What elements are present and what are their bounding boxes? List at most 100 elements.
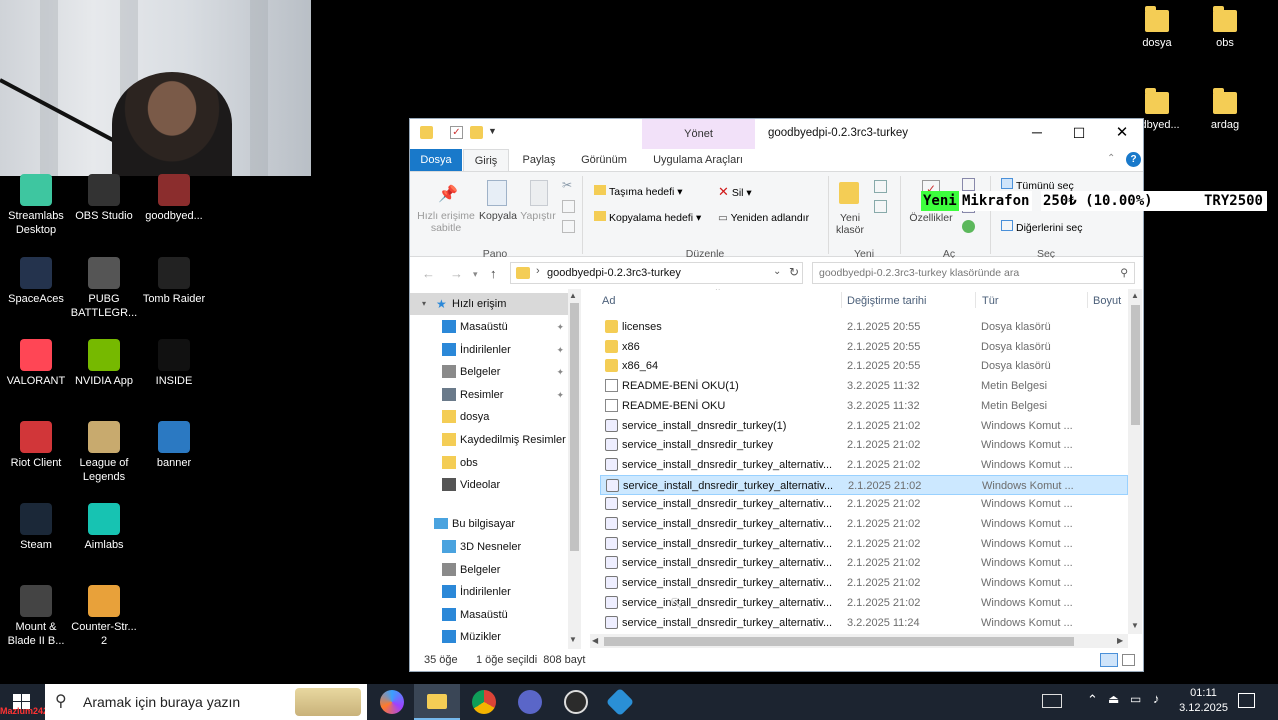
invert-selection-button[interactable]: Diğerlerini seç: [1001, 220, 1083, 236]
file-row[interactable]: x86 2.1.2025 20:55 Dosya klasörü: [600, 337, 1128, 357]
app-taskbar-icon[interactable]: [605, 687, 635, 717]
back-button[interactable]: ←: [422, 266, 435, 281]
tab-dosya[interactable]: Dosya: [410, 149, 462, 171]
streamlabs-taskbar-icon[interactable]: [564, 690, 588, 714]
large-icons-view-icon[interactable]: [1122, 654, 1135, 666]
desktop-folder-0[interactable]: dosya: [1121, 6, 1193, 50]
new-item-icon[interactable]: [874, 180, 887, 193]
volume-icon[interactable]: ♪: [1153, 691, 1160, 706]
desktop-icon-8[interactable]: INSIDE: [138, 339, 210, 388]
file-row[interactable]: service_install_dnsredir_turkey_alternat…: [600, 474, 1128, 495]
file-row[interactable]: README-BENİ OKU 3.2.2025 11:32 Metin Belge…: [600, 396, 1128, 416]
tab-gorunum[interactable]: Görünüm: [573, 149, 635, 171]
file-list-hscroll[interactable]: ◀ ▶: [590, 634, 1128, 648]
forward-button[interactable]: →: [450, 266, 463, 281]
desktop-icon-14[interactable]: Mount & Blade II B...: [0, 585, 72, 648]
file-list-vscroll-thumb[interactable]: [1131, 305, 1140, 425]
maximize-button[interactable]: ☐: [1064, 119, 1094, 147]
copilot-icon[interactable]: [380, 690, 404, 714]
desktop-icon-12[interactable]: Steam: [0, 503, 72, 552]
cut-icon[interactable]: ✂: [562, 178, 575, 192]
file-row[interactable]: service_install_dnsredir_turkey 2.1.2025 …: [600, 435, 1128, 455]
nav-quick-item-6[interactable]: obs: [410, 452, 568, 474]
close-button[interactable]: ✕: [1107, 119, 1137, 147]
copy-to-button[interactable]: Kopyalama hedefi ▾: [594, 210, 701, 226]
file-row[interactable]: service_install_dnsredir_turkey_alternat…: [600, 573, 1128, 593]
search-icon[interactable]: ⚲: [1120, 263, 1128, 283]
desktop-icon-4[interactable]: PUBG BATTLEGR...: [68, 257, 140, 320]
move-to-button[interactable]: Taşıma hedefi ▾: [594, 184, 683, 200]
pin-to-quick-access-button[interactable]: Hızlı erişime sabitle: [414, 210, 478, 234]
properties-check-icon[interactable]: ✓: [450, 126, 463, 139]
desktop-icon-2[interactable]: goodbyed...: [138, 174, 210, 223]
nav-pc-item-4[interactable]: Müzikler: [410, 626, 568, 648]
recent-locations-icon[interactable]: ▾: [473, 269, 478, 280]
desktop-folder-3[interactable]: ardag: [1189, 88, 1261, 132]
breadcrumb[interactable]: goodbyedpi-0.2.3rc3-turkey: [547, 263, 681, 283]
rename-button[interactable]: ▭ Yeniden adlandır: [718, 210, 809, 226]
notifications-icon[interactable]: [1238, 693, 1255, 708]
desktop-icon-9[interactable]: Riot Client: [0, 421, 72, 470]
nav-pc-item-1[interactable]: Belgeler: [410, 559, 568, 581]
desktop-icon-1[interactable]: OBS Studio: [68, 174, 140, 223]
file-row[interactable]: service_install_dnsredir_turkey_alternat…: [600, 553, 1128, 573]
file-row[interactable]: service_install_dnsredir_turkey_alternat…: [600, 514, 1128, 534]
file-row[interactable]: service_install_dnsredir_turkey_alternat…: [600, 534, 1128, 554]
tab-uygulama-araclari[interactable]: Uygulama Araçları: [648, 149, 748, 171]
up-button[interactable]: ↑: [490, 266, 497, 281]
properties-button[interactable]: Özellikler: [906, 212, 956, 224]
usb-icon[interactable]: ⏏: [1108, 692, 1119, 706]
details-view-icon[interactable]: [1100, 653, 1118, 667]
collapse-ribbon-icon[interactable]: ⌃: [1107, 153, 1115, 164]
file-row[interactable]: service_install_dnsredir_turkey_alternat…: [600, 455, 1128, 475]
file-row[interactable]: README-BENİ OKU(1) 3.2.2025 11:32 Metin Be…: [600, 376, 1128, 396]
refresh-icon[interactable]: ↻: [789, 265, 799, 279]
file-row[interactable]: service_install_dnsredir_turkey_alternat…: [600, 613, 1128, 633]
tab-paylas[interactable]: Paylaş: [514, 149, 564, 171]
quick-access-dropdown-icon[interactable]: ▼: [488, 126, 501, 139]
navigation-scroll-thumb[interactable]: [570, 303, 579, 551]
file-row[interactable]: x86_64 2.1.2025 20:55 Dosya klasörü: [600, 356, 1128, 376]
search-input[interactable]: goodbyedpi-0.2.3rc3-turkey klasöründe ar…: [812, 262, 1135, 284]
nav-quick-item-5[interactable]: Kaydedilmiş Resimler: [410, 429, 568, 451]
nav-quick-item-4[interactable]: dosya: [410, 406, 568, 428]
file-explorer-taskbar-icon[interactable]: [414, 684, 460, 720]
new-folder-button[interactable]: Yeni klasör: [830, 212, 870, 236]
nav-quick-item-7[interactable]: Videolar: [410, 474, 568, 496]
file-list-vscroll[interactable]: ▲ ▼: [1128, 289, 1142, 634]
column-header-size[interactable]: Boyut: [1093, 295, 1121, 307]
file-row[interactable]: service_install_dnsredir_turkey_alternat…: [600, 494, 1128, 514]
easy-access-icon[interactable]: [874, 200, 887, 213]
nav-quick-item-1[interactable]: İndirilenler ✦: [410, 339, 568, 361]
column-header-date[interactable]: Değiştirme tarihi: [847, 295, 926, 307]
nav-pc-item-0[interactable]: 3D Nesneler: [410, 536, 568, 558]
desktop-icon-7[interactable]: NVIDIA App: [68, 339, 140, 388]
paste-shortcut-icon[interactable]: [562, 220, 575, 233]
desktop-icon-0[interactable]: Streamlabs Desktop: [0, 174, 72, 237]
copy-path-icon[interactable]: [562, 200, 575, 213]
nav-this-pc[interactable]: Bu bilgisayar: [410, 513, 568, 535]
desktop-icon-5[interactable]: Tomb Raider: [138, 257, 210, 306]
show-hidden-icons[interactable]: ⌃: [1087, 692, 1098, 708]
desktop-icon-13[interactable]: Aimlabs: [68, 503, 140, 552]
new-folder-quick-icon[interactable]: [470, 126, 483, 139]
taskbar-search-input[interactable]: ⚲ Aramak için buraya yazın: [45, 684, 367, 720]
chrome-icon[interactable]: [472, 690, 496, 714]
desktop-icon-10[interactable]: League of Legends: [68, 421, 140, 484]
desktop-icon-11[interactable]: banner: [138, 421, 210, 470]
manage-tab[interactable]: Yönet: [642, 119, 755, 149]
address-field[interactable]: › goodbyedpi-0.2.3rc3-turkey ⌄ ↻: [510, 262, 803, 284]
nav-quick-item-2[interactable]: Belgeler ✦: [410, 361, 568, 383]
navigation-scrollbar[interactable]: ▲ ▼: [568, 289, 581, 649]
obs-taskbar-icon[interactable]: [518, 690, 542, 714]
desktop-icon-6[interactable]: VALORANT: [0, 339, 72, 388]
network-icon[interactable]: ▭: [1130, 692, 1141, 706]
nav-quick-item-0[interactable]: Masaüstü ✦: [410, 316, 568, 338]
address-dropdown-icon[interactable]: ⌄: [773, 266, 781, 277]
column-header-name[interactable]: Ad: [602, 295, 615, 307]
copy-button[interactable]: Kopyala: [478, 210, 518, 222]
file-row[interactable]: licenses 2.1.2025 20:55 Dosya klasörü: [600, 317, 1128, 337]
clock[interactable]: 01:11 3.12.2025: [1179, 686, 1228, 716]
file-row[interactable]: service_install_dnsredir_turkey(1) 2.1.20…: [600, 416, 1128, 436]
desktop-icon-3[interactable]: SpaceAces: [0, 257, 72, 306]
